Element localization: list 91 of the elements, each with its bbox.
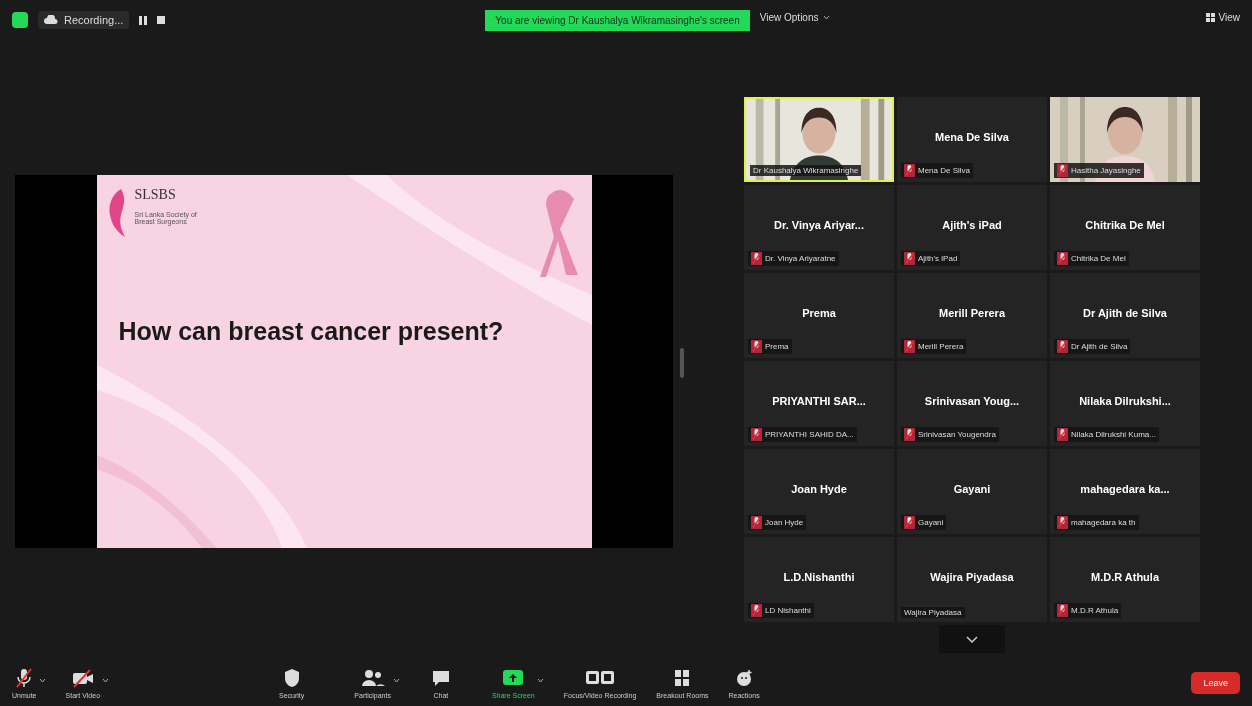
- caret-icon: [38, 678, 46, 683]
- muted-microphone-icon: [751, 252, 762, 265]
- participant-label: Srinivasan Yougendra: [918, 430, 996, 439]
- pause-icon: [139, 15, 148, 25]
- participant-label: Chitrika De Mel: [1071, 254, 1126, 263]
- logo-text: SLSBS: [134, 187, 177, 203]
- participant-tile[interactable]: Nilaka Dilrukshi... Nilaka Dilrukshi Kuma...: [1050, 361, 1200, 446]
- participant-name: mahagedara ka...: [1079, 483, 1171, 495]
- caret-icon: [102, 678, 110, 683]
- participant-name: PRIYANTHI SAR...: [771, 395, 867, 407]
- leave-button[interactable]: Leave: [1191, 672, 1240, 694]
- participant-tile[interactable]: Mena De Silva Mena De Silva: [897, 97, 1047, 182]
- participant-tile[interactable]: Dr Ajith de Silva Dr Ajith de Silva: [1050, 273, 1200, 358]
- stop-icon: [157, 16, 166, 24]
- participant-tile[interactable]: Joan Hyde Joan Hyde: [744, 449, 894, 534]
- participant-label: Joan Hyde: [765, 518, 804, 527]
- participant-name: Srinivasan Youg...: [923, 395, 1021, 407]
- participant-label: Wajira Piyadasa: [904, 608, 962, 617]
- participant-label: M.D.R Athula: [1071, 606, 1119, 615]
- participant-name: Prema: [801, 307, 837, 319]
- muted-microphone-icon: [751, 604, 762, 617]
- participant-tile[interactable]: Srinivasan Youg... Srinivasan Yougendra: [897, 361, 1047, 446]
- participant-name: M.D.R Athula: [1090, 571, 1161, 583]
- caret-icon: [392, 678, 400, 683]
- participant-tile[interactable]: Dr. Vinya Ariyar... Dr. Vinya Ariyaratne: [744, 185, 894, 270]
- stop-button[interactable]: [157, 16, 166, 24]
- muted-microphone-icon: [904, 252, 915, 265]
- participant-tile[interactable]: M.D.R Athula M.D.R Athula: [1050, 537, 1200, 622]
- muted-microphone-icon: [1057, 164, 1068, 177]
- chevron-down-icon: [966, 635, 978, 643]
- participant-tile[interactable]: Dr Kaushalya Wikramasinghe: [744, 97, 894, 182]
- participant-label: Dr. Vinya Ariyaratne: [765, 254, 836, 263]
- muted-microphone-icon: [1057, 428, 1068, 441]
- muted-microphone-icon: [904, 340, 915, 353]
- participant-name: Ajith's iPad: [941, 219, 1003, 231]
- security-badge: [12, 12, 28, 28]
- participant-label: Gayani: [918, 518, 944, 527]
- participant-label: Ajith's iPad: [918, 254, 958, 263]
- participant-tile[interactable]: Wajira Piyadasa Wajira Piyadasa: [897, 537, 1047, 622]
- participant-label: Merill Perera: [918, 342, 964, 351]
- participant-name: Wajira Piyadasa: [929, 571, 1015, 583]
- participant-label: Mena De Silva: [918, 166, 971, 175]
- participant-label: LD Nishanthi: [765, 606, 811, 615]
- participant-tile[interactable]: Prema Prema: [744, 273, 894, 358]
- view-button[interactable]: View: [1205, 12, 1240, 23]
- muted-camera-icon: [70, 667, 95, 689]
- participant-label: Dr Kaushalya Wikramasinghe: [753, 166, 859, 175]
- participant-name: Merill Perera: [937, 307, 1007, 319]
- caret-icon: [822, 15, 830, 20]
- muted-microphone-icon: [904, 164, 915, 177]
- muted-microphone-icon: [1057, 340, 1068, 353]
- participant-tile[interactable]: Hasitha Jayasinghe: [1050, 97, 1200, 182]
- muted-microphone-icon: [904, 516, 915, 529]
- participant-tile[interactable]: mahagedara ka... mahagedara ka th: [1050, 449, 1200, 534]
- participant-name: Nilaka Dilrukshi...: [1078, 395, 1172, 407]
- view-options-button[interactable]: View Options: [759, 12, 830, 23]
- cloud-icon: [44, 15, 58, 25]
- participant-name: Gayani: [952, 483, 992, 495]
- recording-label: Recording...: [64, 14, 124, 26]
- muted-microphone-icon: [1057, 604, 1068, 617]
- participant-name: Chitrika De Mel: [1084, 219, 1166, 231]
- participant-tile[interactable]: Chitrika De Mel Chitrika De Mel: [1050, 185, 1200, 270]
- muted-microphone-icon: [751, 516, 762, 529]
- screen-share-banner: You are viewing Dr Kaushalya Wikramasinghe's screen: [485, 10, 750, 31]
- participant-label: PRIYANTHI SAHID DA...: [765, 430, 854, 439]
- muted-microphone-icon: [1057, 252, 1068, 265]
- muted-microphone-icon: [751, 428, 762, 441]
- recording-indicator[interactable]: Recording...: [38, 11, 130, 29]
- participant-name: Mena De Silva: [934, 131, 1010, 143]
- participant-tile[interactable]: Gayani Gayani: [897, 449, 1047, 534]
- muted-microphone-icon: [1057, 516, 1068, 529]
- muted-microphone-icon: [904, 428, 915, 441]
- muted-microphone-icon: [751, 340, 762, 353]
- participant-label: mahagedara ka th: [1071, 518, 1136, 527]
- participant-name: Dr. Vinya Ariyar...: [773, 219, 865, 231]
- participant-label: Hasitha Jayasinghe: [1071, 166, 1141, 175]
- participant-name: Joan Hyde: [790, 483, 848, 495]
- participant-label: Dr Ajith de Silva: [1071, 342, 1128, 351]
- participant-tile[interactable]: L.D.Nishanthi LD Nishanthi: [744, 537, 894, 622]
- participant-tile[interactable]: Merill Perera Merill Perera: [897, 273, 1047, 358]
- grid-icon: [1205, 13, 1215, 22]
- participant-name: L.D.Nishanthi: [782, 571, 856, 583]
- slide-heading: How can breast cancer present?: [118, 317, 504, 346]
- participant-label: Nilaka Dilrukshi Kuma...: [1071, 430, 1156, 439]
- participant-label: Prema: [765, 342, 789, 351]
- participant-tile[interactable]: PRIYANTHI SAR... PRIYANTHI SAHID DA...: [744, 361, 894, 446]
- people-icon: [359, 667, 386, 689]
- participant-name: Dr Ajith de Silva: [1082, 307, 1168, 319]
- participant-tile[interactable]: Ajith's iPad Ajith's iPad: [897, 185, 1047, 270]
- caret-icon: [536, 678, 544, 683]
- pause-button[interactable]: [139, 15, 148, 25]
